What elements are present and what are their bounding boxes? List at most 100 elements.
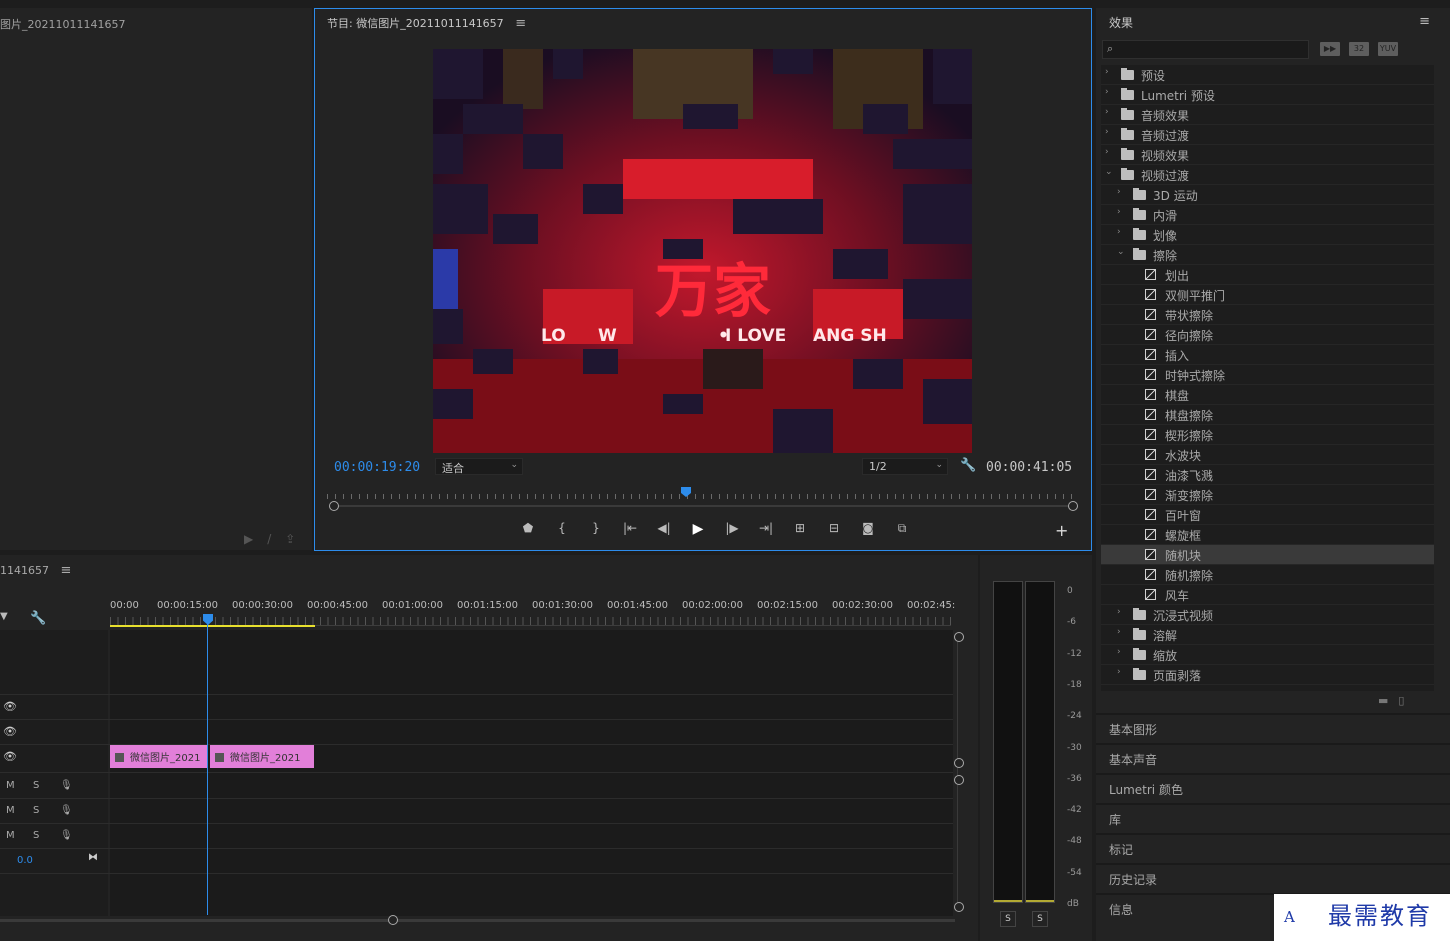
effects-tree-item[interactable]: 带状擦除 [1101, 305, 1434, 325]
effects-search-input[interactable]: ⌕ [1102, 40, 1309, 59]
scroll-handle[interactable] [954, 632, 964, 642]
timeline-wrench-icon[interactable]: 🔧 [30, 611, 46, 626]
solo-left-button[interactable]: S [1000, 911, 1016, 927]
go-to-out-icon[interactable]: ⇥| [749, 521, 783, 537]
chevron-right-icon[interactable]: › [1105, 147, 1109, 157]
microphone-icon[interactable]: 🎙 [60, 805, 87, 816]
program-menu-icon[interactable]: ≡ [515, 16, 526, 31]
solo-right-button[interactable]: S [1032, 911, 1048, 927]
effects-tree-item[interactable]: › 缩放 [1101, 645, 1434, 665]
eye-icon[interactable]: 👁 [3, 750, 17, 763]
effects-tree-item[interactable]: 径向擦除 [1101, 325, 1434, 345]
chevron-right-icon[interactable]: › [1117, 667, 1121, 677]
mute-button[interactable]: M [6, 780, 33, 791]
zoom-fit-select[interactable]: 适合 ⌄ [435, 458, 523, 475]
chevron-right-icon[interactable]: › [1117, 227, 1121, 237]
chevron-right-icon[interactable]: › [1105, 127, 1109, 137]
master-volume-value[interactable]: 0.0 [17, 855, 33, 866]
effects-tree-item[interactable]: › 内滑 [1101, 205, 1434, 225]
lift-icon[interactable]: ⊞ [783, 521, 817, 537]
chevron-down-icon[interactable]: ⌄ [1117, 247, 1125, 257]
effects-menu-icon[interactable]: ≡ [1419, 14, 1430, 29]
microphone-icon[interactable]: 🎙 [60, 830, 87, 841]
chevron-right-icon[interactable]: › [1105, 87, 1109, 97]
effects-tree-item[interactable]: ⌄ 视频过渡 [1101, 165, 1434, 185]
resolution-select[interactable]: 1/2 ⌄ [862, 458, 948, 475]
effects-tree-item[interactable]: 棋盘 [1101, 385, 1434, 405]
timeline-ruler[interactable] [110, 617, 953, 625]
new-bin-icon[interactable]: ▬ [1378, 694, 1398, 707]
source-monitor-title[interactable]: 图片_20211011141657 [0, 16, 125, 32]
step-forward-icon[interactable]: |▶ [715, 521, 749, 537]
add-marker-icon[interactable]: ⬟ [511, 521, 545, 537]
effects-tree-item[interactable]: › 划像 [1101, 225, 1434, 245]
side-panel-tab[interactable]: 历史记录 [1096, 863, 1450, 891]
side-panel-tab[interactable]: 库 [1096, 803, 1450, 831]
video-clip[interactable]: 微信图片_2021 [110, 745, 207, 768]
effects-tree-item[interactable]: 油漆飞溅 [1101, 465, 1434, 485]
side-panel-tab[interactable]: 基本声音 [1096, 743, 1450, 771]
zoom-handle-left[interactable] [329, 501, 339, 511]
solo-button[interactable]: S [33, 805, 60, 816]
effects-tree-item[interactable]: › 3D 运动 [1101, 185, 1434, 205]
timeline-vertical-scrollbar[interactable] [957, 637, 958, 907]
mute-button[interactable]: M [6, 830, 33, 841]
effects-tree-item[interactable]: 随机擦除 [1101, 565, 1434, 585]
microphone-icon[interactable]: 🎙 [60, 780, 87, 791]
scroll-handle[interactable] [954, 758, 964, 768]
effects-tree-item[interactable]: 百叶窗 [1101, 505, 1434, 525]
effects-tree-item[interactable]: 随机块 [1101, 545, 1434, 565]
solo-button[interactable]: S [33, 830, 60, 841]
program-monitor-title[interactable]: 节目: 微信图片_20211011141657 ≡ [327, 15, 526, 31]
camera-icon[interactable]: ◙ [851, 521, 885, 537]
effects-tree-item[interactable]: 水波块 [1101, 445, 1434, 465]
mark-in-icon[interactable]: { [545, 521, 579, 537]
marker-icon[interactable]: ▼ [0, 611, 8, 622]
add-button-icon[interactable]: + [1055, 521, 1068, 540]
effects-tree-item[interactable]: › 沉浸式视频 [1101, 605, 1434, 625]
effects-tree-item[interactable]: 螺旋框 [1101, 525, 1434, 545]
effects-tree-item[interactable]: 划出 [1101, 265, 1434, 285]
hscroll-handle[interactable] [388, 915, 398, 925]
effects-tree-item[interactable]: › 预设 [1101, 65, 1434, 85]
effects-tree-item[interactable]: › 页面剥落 [1101, 665, 1434, 685]
play-icon[interactable]: ▶ [681, 521, 715, 537]
solo-button[interactable]: S [33, 780, 60, 791]
go-to-in-icon[interactable]: |⇤ [613, 521, 647, 537]
program-zoom-bar[interactable] [335, 505, 1073, 507]
yuv-filter-button[interactable]: YUV [1378, 42, 1398, 56]
effects-tree-item[interactable]: 时钟式擦除 [1101, 365, 1434, 385]
effects-tree-item[interactable]: 双侧平推门 [1101, 285, 1434, 305]
current-timecode[interactable]: 00:00:19:20 [334, 460, 420, 475]
program-time-ruler[interactable] [327, 487, 1079, 499]
effects-tree-item[interactable]: › 音频效果 [1101, 105, 1434, 125]
32bit-filter-button[interactable]: 32 [1349, 42, 1369, 56]
work-area-bar[interactable] [110, 625, 315, 627]
effects-title[interactable]: 效果 [1109, 14, 1133, 31]
effects-tree-item[interactable]: ⌄ 擦除 [1101, 245, 1434, 265]
side-panel-tab[interactable]: 基本图形 [1096, 713, 1450, 741]
effects-tree-item[interactable]: 渐变擦除 [1101, 485, 1434, 505]
eye-icon[interactable]: 👁 [3, 700, 17, 713]
trash-icon[interactable]: ▯ [1398, 694, 1414, 707]
effects-tree-item[interactable]: 风车 [1101, 585, 1434, 605]
side-panel-tab[interactable]: Lumetri 颜色 [1096, 773, 1450, 801]
effects-tree-item[interactable]: 插入 [1101, 345, 1434, 365]
accelerated-filter-button[interactable]: ▶▶ [1320, 42, 1340, 56]
effects-tree-item[interactable]: › Lumetri 预设 [1101, 85, 1434, 105]
chevron-right-icon[interactable]: › [1117, 607, 1121, 617]
timeline-horizontal-scrollbar[interactable] [0, 919, 955, 922]
chevron-right-icon[interactable]: › [1105, 67, 1109, 77]
effects-tree-item[interactable]: › 视频效果 [1101, 145, 1434, 165]
timeline-sequence-tab[interactable]: 1141657 ≡ [0, 563, 71, 578]
extract-icon[interactable]: ⊟ [817, 521, 851, 537]
chevron-down-icon[interactable]: ⌄ [1105, 167, 1113, 177]
step-back-icon[interactable]: ◀| [647, 521, 681, 537]
effects-tree-item[interactable]: 楔形擦除 [1101, 425, 1434, 445]
side-panel-tab[interactable]: 标记 [1096, 833, 1450, 861]
wrench-icon[interactable]: 🔧 [960, 458, 976, 473]
chevron-right-icon[interactable]: › [1117, 647, 1121, 657]
chevron-right-icon[interactable]: › [1117, 627, 1121, 637]
source-export-icons[interactable]: ▶/⇪ [244, 532, 309, 546]
timeline-menu-icon[interactable]: ≡ [61, 563, 72, 578]
